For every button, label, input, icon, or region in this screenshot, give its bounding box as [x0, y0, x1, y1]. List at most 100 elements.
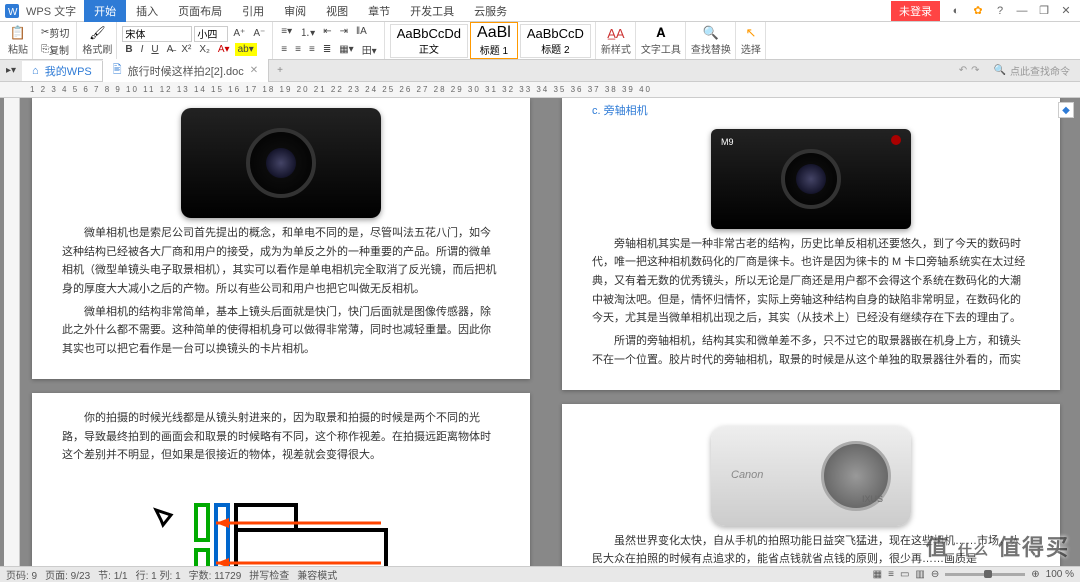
- camera-image-m9: M9: [592, 129, 1030, 229]
- paragraph-group: ≡▾ ⒈▾ ⇤ ⇥ ‖A ≡ ≡ ≡ ≣ ▦▾ 田▾: [274, 22, 384, 59]
- status-words[interactable]: 字数: 11729: [189, 567, 242, 582]
- justify-icon[interactable]: ≣: [320, 43, 334, 56]
- right-column: c. 旁轴相机 M9 旁轴相机其实是一种非常古老的结构，历史比单反相机还要悠久，…: [562, 98, 1060, 566]
- vertical-ruler[interactable]: [4, 98, 20, 566]
- italic-button[interactable]: I: [138, 43, 147, 56]
- view-web-icon[interactable]: ▭: [900, 569, 909, 580]
- zoom-in-icon[interactable]: ⊕: [1031, 569, 1039, 580]
- zoom-out-icon[interactable]: ⊖: [931, 569, 939, 580]
- view-print-icon[interactable]: ▦: [873, 569, 882, 580]
- side-panel: ◆: [1058, 102, 1076, 120]
- style-normal[interactable]: AaBbCcDd正文: [390, 24, 468, 58]
- ribbon: 📋 粘贴 ✂ 剪切 ⎘ 复制 🖌 格式刷 A⁺ A⁻ B I U A̶ X² X…: [0, 22, 1080, 60]
- numbering-icon[interactable]: ⒈▾: [297, 23, 318, 40]
- text-tool-group: 𝐀 文字工具: [637, 22, 686, 59]
- search-icon: 🔍: [994, 65, 1006, 76]
- tab-view[interactable]: 视图: [316, 0, 358, 22]
- border-icon[interactable]: 田▾: [359, 41, 380, 58]
- window-controls: 未登录 ◐ ✿ ? — ❐ ✕: [891, 0, 1080, 21]
- statusbar: 页码: 9 页面: 9/23 节: 1/1 行: 1 列: 1 字数: 1172…: [0, 566, 1080, 582]
- tab-layout[interactable]: 页面布局: [168, 0, 232, 22]
- status-section[interactable]: 节: 1/1: [98, 567, 127, 582]
- clipboard-group: 📋 粘贴: [4, 22, 33, 59]
- status-line[interactable]: 行: 1 列: 1: [136, 567, 181, 582]
- align-left-icon[interactable]: ≡: [278, 43, 290, 56]
- status-page[interactable]: 页码: 9: [6, 567, 37, 582]
- select-icon[interactable]: ↖: [741, 25, 761, 41]
- style-h1[interactable]: AaBl标题 1: [470, 22, 518, 59]
- status-pages[interactable]: 页面: 9/23: [45, 567, 90, 582]
- zoom-slider[interactable]: [945, 573, 1025, 576]
- skin-icon[interactable]: ◐: [946, 2, 966, 20]
- paste-icon[interactable]: 📋: [8, 25, 28, 41]
- heading-c: c. 旁轴相机: [592, 102, 1030, 121]
- titlebar: W WPS 文字 开始 插入 页面布局 引用 审阅 视图 章节 开发工具 云服务…: [0, 0, 1080, 22]
- format-painter-icon[interactable]: 🖌: [87, 25, 107, 41]
- close-icon[interactable]: ✕: [1056, 2, 1076, 20]
- align-center-icon[interactable]: ≡: [292, 43, 304, 56]
- workspace: 微单相机也是索尼公司首先提出的概念，和单电不同的是，尽管叫法五花八门，如今这种结…: [0, 98, 1080, 566]
- menu-tabs: 开始 插入 页面布局 引用 审阅 视图 章节 开发工具 云服务: [84, 0, 517, 22]
- highlight-icon[interactable]: ab▾: [235, 43, 257, 56]
- format-painter-group: 🖌 格式刷: [78, 22, 117, 59]
- zoom-value[interactable]: 100 %: [1046, 569, 1074, 580]
- new-style-icon[interactable]: A̲A: [606, 25, 626, 41]
- doctab-file[interactable]: 🖹旅行时候这样拍2[2].doc✕: [103, 59, 269, 82]
- m9-label: M9: [721, 135, 734, 150]
- strike-button[interactable]: A̶: [164, 43, 177, 56]
- grow-font-icon[interactable]: A⁺: [230, 27, 248, 40]
- text-tool-icon[interactable]: 𝐀: [651, 25, 671, 41]
- page-left-1: 微单相机也是索尼公司首先提出的概念，和单电不同的是，尽管叫法五花八门，如今这种结…: [32, 98, 530, 379]
- style-h2[interactable]: AaBbCcD标题 2: [520, 24, 591, 58]
- paste-label: 粘贴: [8, 41, 28, 56]
- feedback-icon[interactable]: ✿: [968, 2, 988, 20]
- view-read-icon[interactable]: ▥: [915, 569, 924, 580]
- restore-icon[interactable]: ❐: [1034, 2, 1054, 20]
- sub-button[interactable]: X₂: [196, 43, 213, 56]
- copy-button[interactable]: ⎘ 复制: [38, 41, 72, 58]
- super-button[interactable]: X²: [178, 43, 194, 56]
- find-icon[interactable]: 🔍: [701, 25, 721, 41]
- app-logo: W: [4, 3, 20, 19]
- tab-dev[interactable]: 开发工具: [400, 0, 464, 22]
- doc-tabs: ▸▾ ⌂我的WPS 🖹旅行时候这样拍2[2].doc✕ + ↶ ↷ 🔍 点此查找…: [0, 60, 1080, 82]
- cut-button[interactable]: ✂ 剪切: [38, 24, 72, 41]
- login-button[interactable]: 未登录: [891, 1, 940, 21]
- line-spacing-icon[interactable]: ‖A: [353, 25, 370, 38]
- bold-button[interactable]: B: [122, 43, 135, 56]
- camera-image-1: [62, 108, 500, 218]
- close-tab-icon[interactable]: ✕: [250, 65, 258, 76]
- camera-image-silver: CanonIXUS: [592, 426, 1030, 526]
- view-outline-icon[interactable]: ≡: [888, 569, 894, 580]
- shading-icon[interactable]: ▦▾: [336, 43, 356, 56]
- tab-insert[interactable]: 插入: [126, 0, 168, 22]
- tab-start[interactable]: 开始: [84, 0, 126, 22]
- min-icon[interactable]: —: [1012, 2, 1032, 20]
- tab-cloud[interactable]: 云服务: [464, 0, 517, 22]
- tab-section[interactable]: 章节: [358, 0, 400, 22]
- tab-review[interactable]: 审阅: [274, 0, 316, 22]
- size-select[interactable]: [194, 26, 228, 42]
- tab-list-icon[interactable]: ▸▾: [0, 65, 22, 76]
- shrink-font-icon[interactable]: A⁻: [250, 27, 268, 40]
- font-select[interactable]: [122, 26, 192, 42]
- indent-inc-icon[interactable]: ⇥: [337, 25, 351, 38]
- help-icon[interactable]: ?: [990, 2, 1010, 20]
- horizontal-ruler[interactable]: 1 2 3 4 5 6 7 8 9 10 11 12 13 14 15 16 1…: [0, 82, 1080, 98]
- command-search[interactable]: ↶ ↷ 🔍 点此查找命令: [959, 63, 1080, 78]
- font-color-icon[interactable]: A▾: [215, 43, 233, 56]
- redo-icon[interactable]: ↷: [971, 65, 979, 76]
- new-style-group: A̲A 新样式: [597, 22, 636, 59]
- indent-dec-icon[interactable]: ⇤: [320, 25, 334, 38]
- bullets-icon[interactable]: ≡▾: [278, 25, 295, 38]
- cut-copy-group: ✂ 剪切 ⎘ 复制: [34, 22, 77, 59]
- underline-button[interactable]: U: [148, 43, 161, 56]
- tab-ref[interactable]: 引用: [232, 0, 274, 22]
- nav-pane-icon[interactable]: ◆: [1058, 102, 1074, 118]
- format-painter-label: 格式刷: [82, 41, 112, 56]
- status-spell[interactable]: 拼写检查: [249, 567, 289, 582]
- undo-icon[interactable]: ↶: [959, 65, 967, 76]
- align-right-icon[interactable]: ≡: [306, 43, 318, 56]
- new-tab-icon[interactable]: +: [269, 65, 291, 76]
- doctab-home[interactable]: ⌂我的WPS: [22, 61, 103, 81]
